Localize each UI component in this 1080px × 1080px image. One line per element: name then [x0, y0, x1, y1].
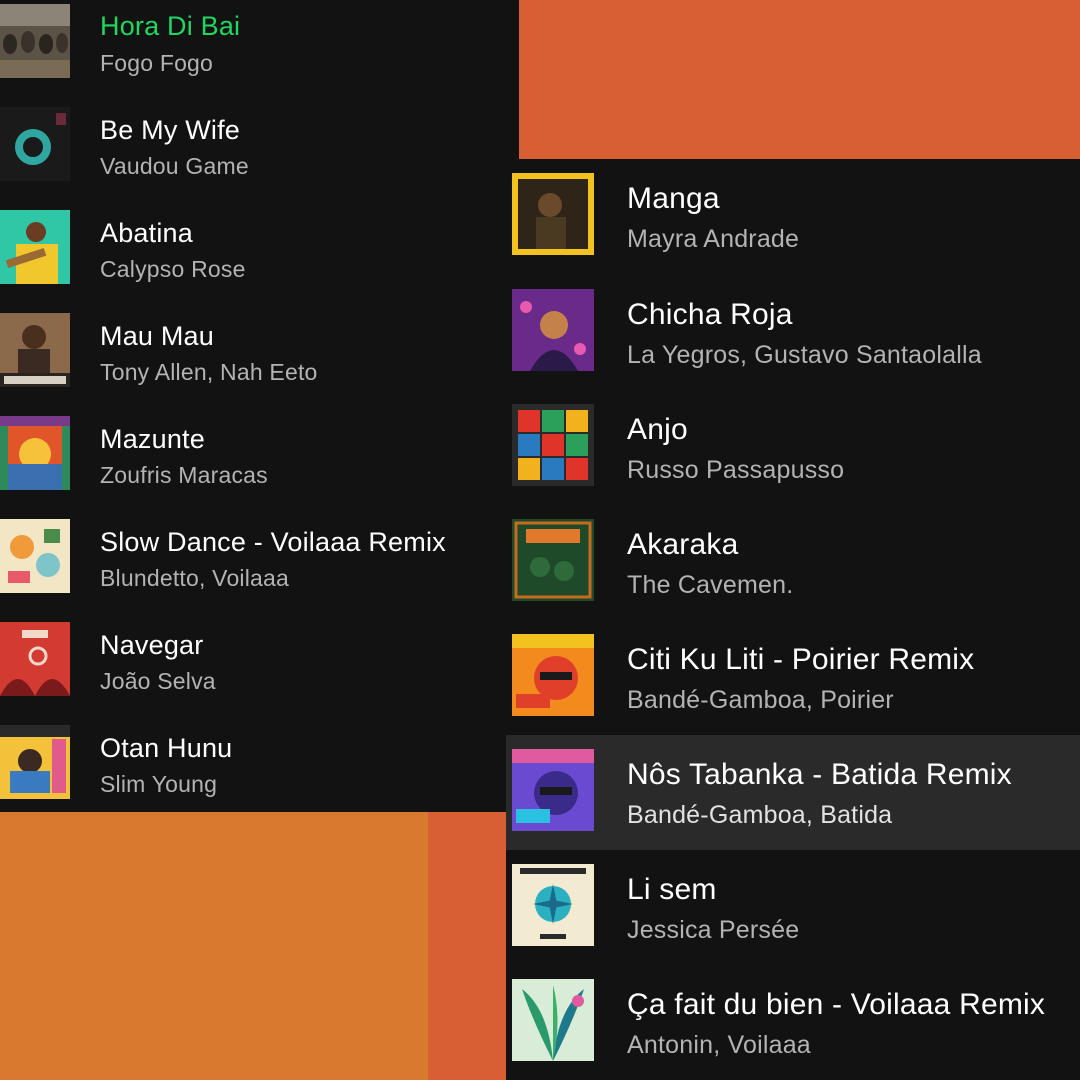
album-art	[0, 725, 70, 799]
track-artist[interactable]: Russo Passapusso	[627, 456, 844, 485]
track-row[interactable]: Manga Mayra Andrade	[506, 159, 1080, 275]
track-artist[interactable]: Jessica Persée	[627, 916, 799, 945]
track-title: Akaraka	[627, 528, 739, 561]
track-title: Manga	[627, 182, 720, 215]
track-artist[interactable]: Fogo Fogo	[100, 50, 213, 77]
track-title: Navegar	[100, 630, 204, 660]
track-artist[interactable]: Bandé-Gamboa, Poirier	[627, 686, 894, 715]
track-row[interactable]: Li sem Jessica Persée	[506, 850, 1080, 965]
track-artist[interactable]: Bandé-Gamboa, Batida	[627, 801, 892, 830]
track-title: Anjo	[627, 413, 688, 446]
track-artist[interactable]: Slim Young	[100, 771, 217, 798]
track-title: Chicha Roja	[627, 298, 793, 331]
track-row[interactable]: Slow Dance - Voilaaa Remix Blundetto, Vo…	[0, 515, 519, 618]
tracklist-panel-right: Manga Mayra Andrade Chicha Roja La Yegro…	[506, 159, 1080, 1080]
track-artist[interactable]: La Yegros, Gustavo Santaolalla	[627, 341, 982, 370]
track-title: Nôs Tabanka - Batida Remix	[627, 758, 1012, 791]
album-art	[512, 173, 594, 255]
track-artist[interactable]: Mayra Andrade	[627, 225, 799, 254]
album-art	[0, 622, 70, 696]
track-title: Hora Di Bai	[100, 11, 241, 41]
album-art	[512, 749, 594, 831]
track-title: Be My Wife	[100, 115, 241, 145]
track-row[interactable]: Hora Di Bai Fogo Fogo	[0, 0, 519, 100]
track-row[interactable]: Nôs Tabanka - Batida Remix Bandé-Gamboa,…	[506, 735, 1080, 850]
track-row[interactable]: Citi Ku Liti - Poirier Remix Bandé-Gambo…	[506, 620, 1080, 735]
album-art	[0, 313, 70, 387]
album-art	[512, 864, 594, 946]
track-artist[interactable]: João Selva	[100, 668, 216, 695]
track-title: Ça fait du bien - Voilaaa Remix	[627, 988, 1046, 1021]
track-row[interactable]: Mazunte Zoufris Maracas	[0, 412, 519, 515]
track-artist[interactable]: Vaudou Game	[100, 153, 249, 180]
track-row[interactable]: Ça fait du bien - Voilaaa Remix Antonin,…	[506, 965, 1080, 1080]
track-title: Otan Hunu	[100, 733, 233, 763]
background-block	[519, 0, 1080, 159]
track-title: Citi Ku Liti - Poirier Remix	[627, 643, 975, 676]
track-row[interactable]: Navegar João Selva	[0, 618, 519, 721]
album-art	[512, 404, 594, 486]
background-block	[0, 812, 428, 1080]
track-artist[interactable]: Blundetto, Voilaaa	[100, 565, 289, 592]
album-art	[512, 519, 594, 601]
album-art	[512, 979, 594, 1061]
background-block	[428, 812, 508, 1080]
album-art	[0, 4, 70, 78]
track-row[interactable]: Be My Wife Vaudou Game	[0, 103, 519, 206]
album-art	[0, 210, 70, 284]
track-artist[interactable]: Calypso Rose	[100, 256, 246, 283]
track-row[interactable]: Mau Mau Tony Allen, Nah Eeto	[0, 309, 519, 412]
track-title: Slow Dance - Voilaaa Remix	[100, 527, 446, 557]
track-artist[interactable]: Zoufris Maracas	[100, 462, 268, 489]
tracklist-panel-left: Hora Di Bai Fogo Fogo Be My Wife Vaudou …	[0, 0, 519, 812]
album-art	[0, 107, 70, 181]
album-art	[512, 634, 594, 716]
album-art	[512, 289, 594, 371]
track-row[interactable]: Otan Hunu Slim Young	[0, 721, 519, 812]
track-title: Li sem	[627, 873, 717, 906]
track-row[interactable]: Anjo Russo Passapusso	[506, 390, 1080, 505]
track-artist[interactable]: Tony Allen, Nah Eeto	[100, 359, 318, 386]
track-title: Mazunte	[100, 424, 205, 454]
track-artist[interactable]: The Cavemen.	[627, 571, 793, 600]
album-art	[0, 519, 70, 593]
track-title: Mau Mau	[100, 321, 214, 351]
track-artist[interactable]: Antonin, Voilaaa	[627, 1031, 811, 1060]
track-row[interactable]: Abatina Calypso Rose	[0, 206, 519, 309]
album-art	[0, 416, 70, 490]
track-title: Abatina	[100, 218, 193, 248]
track-row[interactable]: Akaraka The Cavemen.	[506, 505, 1080, 620]
track-row[interactable]: Chicha Roja La Yegros, Gustavo Santaolal…	[506, 275, 1080, 390]
